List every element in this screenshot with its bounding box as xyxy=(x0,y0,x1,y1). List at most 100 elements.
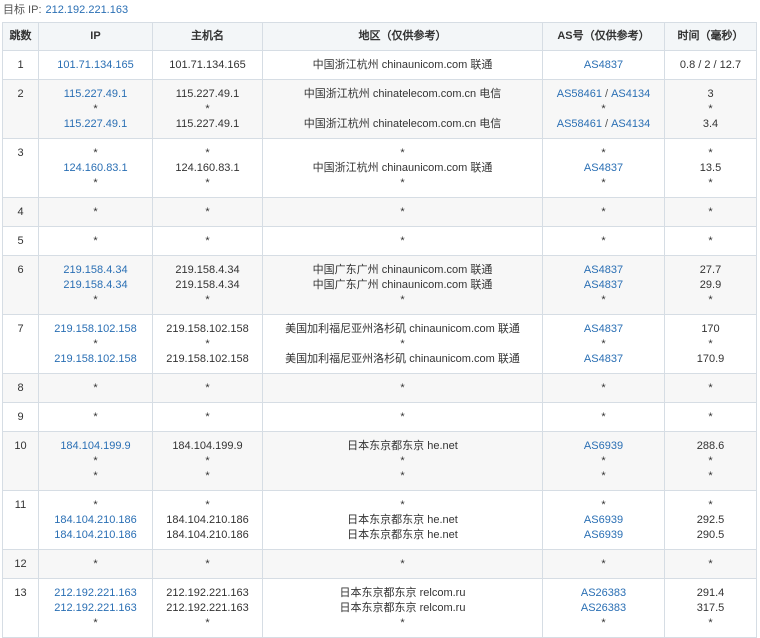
hop-number: 9 xyxy=(2,402,39,432)
ip-link: * xyxy=(93,147,98,159)
time-cell: * xyxy=(664,226,757,256)
as-link[interactable]: AS6939 xyxy=(584,440,623,452)
as-link: * xyxy=(601,294,606,306)
as-link: * xyxy=(601,103,606,115)
location-text: * xyxy=(400,206,405,218)
ip-cell: * xyxy=(38,549,153,579)
hostname-text: * xyxy=(205,294,210,306)
location-text: * xyxy=(400,294,405,306)
header-location: 地区（仅供参考） xyxy=(262,22,543,51)
time-text: 170.9 xyxy=(696,353,725,365)
ip-link[interactable]: 184.104.210.186 xyxy=(41,513,150,528)
location-text: 日本东京都东京 relcom.ru xyxy=(339,602,466,614)
time-cell: 0.8 / 2 / 12.7 xyxy=(664,50,757,80)
ip-link[interactable]: 212.192.221.163 xyxy=(41,586,150,601)
as-line: * xyxy=(545,146,662,161)
as-line: AS6939 xyxy=(545,439,662,454)
as-link[interactable]: AS58461 xyxy=(557,88,602,100)
ip-link[interactable]: 124.160.83.1 xyxy=(41,161,150,176)
hostname-cell: 184.104.199.9 * * xyxy=(152,431,263,491)
as-link[interactable]: AS26383 xyxy=(581,602,626,614)
hop-number: 3 xyxy=(2,138,39,198)
as-line: * xyxy=(545,102,662,117)
time-cell: * xyxy=(664,373,757,403)
location-text: * xyxy=(400,177,405,189)
time-text: * xyxy=(708,177,713,189)
as-link: * xyxy=(601,235,606,247)
location-text: 日本东京都东京 he.net xyxy=(347,440,458,452)
as-cell: AS4837 * AS4837 xyxy=(542,314,665,374)
location-text: * xyxy=(400,558,405,570)
as-link[interactable]: AS4837 xyxy=(584,353,623,365)
as-link[interactable]: AS4837 xyxy=(584,323,623,335)
ip-cell: * xyxy=(38,373,153,403)
time-text: * xyxy=(708,103,713,115)
time-text: * xyxy=(708,338,713,350)
time-cell: * xyxy=(664,402,757,432)
hostname-text: 115.227.49.1 xyxy=(175,118,240,130)
ip-cell: * xyxy=(38,402,153,432)
hop-number: 2 xyxy=(2,79,39,139)
time-text: * xyxy=(708,382,713,394)
table-row: 7 219.158.102.158 * 219.158.102.158 219.158.… xyxy=(2,314,757,374)
time-text: * xyxy=(708,455,713,467)
time-text: * xyxy=(708,499,713,511)
ip-link[interactable]: 219.158.102.158 xyxy=(41,352,150,367)
as-link[interactable]: AS4134 xyxy=(611,88,650,100)
as-cell: AS26383 AS26383 * xyxy=(542,578,665,638)
ip-link: * xyxy=(93,382,98,394)
time-text: * xyxy=(708,617,713,629)
time-cell: * xyxy=(664,549,757,579)
location-text xyxy=(265,102,540,117)
time-cell: 288.6 * * xyxy=(664,431,757,491)
ip-link: * xyxy=(93,455,98,467)
as-link[interactable]: AS4134 xyxy=(611,118,650,130)
ip-link[interactable]: 219.158.4.34 xyxy=(41,263,150,278)
hostname-cell: * xyxy=(152,197,263,227)
location-text: 日本东京都东京 he.net xyxy=(347,529,458,541)
ip-link[interactable]: 115.227.49.1 xyxy=(41,87,150,102)
as-link[interactable]: AS6939 xyxy=(584,529,623,541)
as-link: * xyxy=(601,411,606,423)
location-text: * xyxy=(400,470,405,482)
as-link[interactable]: AS4837 xyxy=(584,59,623,71)
table-row: 9 * * * * * xyxy=(2,402,757,432)
hostname-cell: * xyxy=(152,402,263,432)
ip-link[interactable]: 212.192.221.163 xyxy=(41,601,150,616)
location-text: 日本东京都东京 relcom.ru xyxy=(339,587,466,599)
as-link[interactable]: AS58461 xyxy=(557,118,602,130)
ip-link[interactable]: 219.158.102.158 xyxy=(41,322,150,337)
hostname-text: 219.158.4.34 xyxy=(175,279,240,291)
hostname-cell: 115.227.49.1 * 115.227.49.1 xyxy=(152,79,263,139)
location-cell: * xyxy=(262,226,543,256)
as-line: * xyxy=(545,205,662,220)
hop-number: 7 xyxy=(2,314,39,374)
location-text: * xyxy=(400,499,405,511)
as-link[interactable]: AS4837 xyxy=(584,264,623,276)
as-link[interactable]: AS6939 xyxy=(584,514,623,526)
header-hostname: 主机名 xyxy=(152,22,263,51)
as-link[interactable]: AS4837 xyxy=(584,162,623,174)
hostname-text: * xyxy=(205,206,210,218)
as-link[interactable]: AS26383 xyxy=(581,587,626,599)
ip-link[interactable]: 184.104.199.9 xyxy=(41,439,150,454)
ip-link[interactable]: 115.227.49.1 xyxy=(41,117,150,132)
location-text: 美国加利福尼亚州洛杉矶 chinaunicom.com 联通 xyxy=(285,353,520,365)
ip-link[interactable]: 219.158.4.34 xyxy=(41,278,150,293)
hostname-text: 219.158.102.158 xyxy=(166,323,249,335)
hostname-text: * xyxy=(205,103,210,115)
ip-link[interactable]: 101.71.134.165 xyxy=(41,58,150,73)
hostname-text: * xyxy=(205,617,210,629)
hostname-text: * xyxy=(205,470,210,482)
ip-link[interactable]: 184.104.210.186 xyxy=(41,528,150,543)
as-cell: * xyxy=(542,373,665,403)
location-cell: * xyxy=(262,373,543,403)
table-row: 3 * 124.160.83.1 * * 124.160.83.1 * * 中国浙江杭州 chi… xyxy=(2,138,757,198)
as-cell: AS4837 AS4837 * xyxy=(542,255,665,315)
time-text: 288.6 xyxy=(696,440,725,452)
as-line: * xyxy=(545,410,662,425)
as-line: AS6939 xyxy=(545,528,662,543)
ip-cell: * 124.160.83.1 * xyxy=(38,138,153,198)
time-cell: * xyxy=(664,197,757,227)
as-link[interactable]: AS4837 xyxy=(584,279,623,291)
